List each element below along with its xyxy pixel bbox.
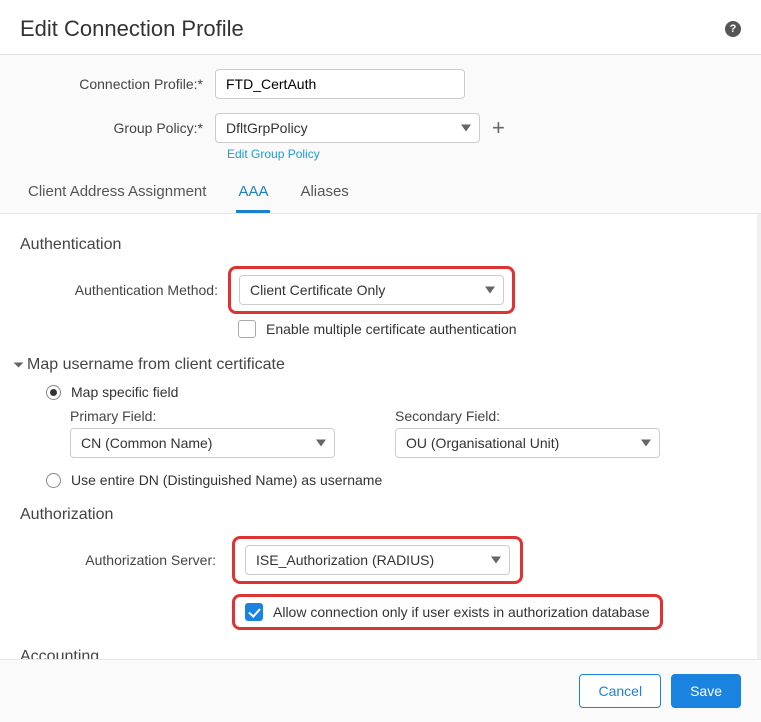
group-policy-select[interactable]: DfltGrpPolicy	[215, 113, 480, 143]
enable-multi-cert-label: Enable multiple certificate authenticati…	[266, 321, 517, 337]
map-username-title: Map username from client certificate	[27, 356, 285, 374]
allow-connection-checkbox[interactable]	[245, 603, 263, 621]
map-specific-label: Map specific field	[71, 384, 178, 400]
secondary-field-select[interactable]: OU (Organisational Unit)	[395, 428, 660, 458]
group-policy-label: Group Policy:*	[20, 120, 215, 136]
authz-server-value: ISE_Authorization (RADIUS)	[256, 552, 434, 568]
connection-profile-label: Connection Profile:*	[20, 76, 215, 92]
primary-field-label: Primary Field:	[70, 408, 335, 424]
connection-profile-input[interactable]	[215, 69, 465, 99]
auth-method-select[interactable]: Client Certificate Only	[239, 275, 504, 305]
save-button[interactable]: Save	[671, 674, 741, 708]
authz-server-select[interactable]: ISE_Authorization (RADIUS)	[245, 545, 510, 575]
secondary-field-label: Secondary Field:	[395, 408, 660, 424]
use-dn-label: Use entire DN (Distinguished Name) as us…	[71, 472, 382, 488]
tab-aaa[interactable]: AAA	[236, 173, 270, 213]
edit-group-policy-link[interactable]: Edit Group Policy	[227, 147, 741, 161]
auth-method-label: Authentication Method:	[20, 282, 228, 298]
cancel-button[interactable]: Cancel	[579, 674, 661, 708]
enable-multi-cert-checkbox[interactable]	[238, 320, 256, 338]
primary-field-value: CN (Common Name)	[81, 435, 212, 451]
authz-server-label: Authorization Server:	[20, 552, 226, 568]
authentication-section-title: Authentication	[20, 236, 737, 254]
tab-client-address[interactable]: Client Address Assignment	[26, 173, 208, 213]
accounting-section-title: Accounting	[20, 648, 737, 659]
secondary-field-value: OU (Organisational Unit)	[406, 435, 559, 451]
page-title: Edit Connection Profile	[20, 16, 244, 42]
help-icon[interactable]: ?	[725, 21, 741, 37]
add-group-policy-button[interactable]: +	[492, 117, 505, 139]
chevron-down-icon[interactable]	[14, 363, 24, 368]
allow-connection-label: Allow connection only if user exists in …	[273, 604, 650, 620]
auth-method-value: Client Certificate Only	[250, 282, 385, 298]
tab-aliases[interactable]: Aliases	[298, 173, 350, 213]
authorization-section-title: Authorization	[20, 506, 737, 524]
use-dn-radio[interactable]	[46, 473, 61, 488]
primary-field-select[interactable]: CN (Common Name)	[70, 428, 335, 458]
group-policy-value: DfltGrpPolicy	[226, 120, 308, 136]
map-specific-radio[interactable]	[46, 385, 61, 400]
